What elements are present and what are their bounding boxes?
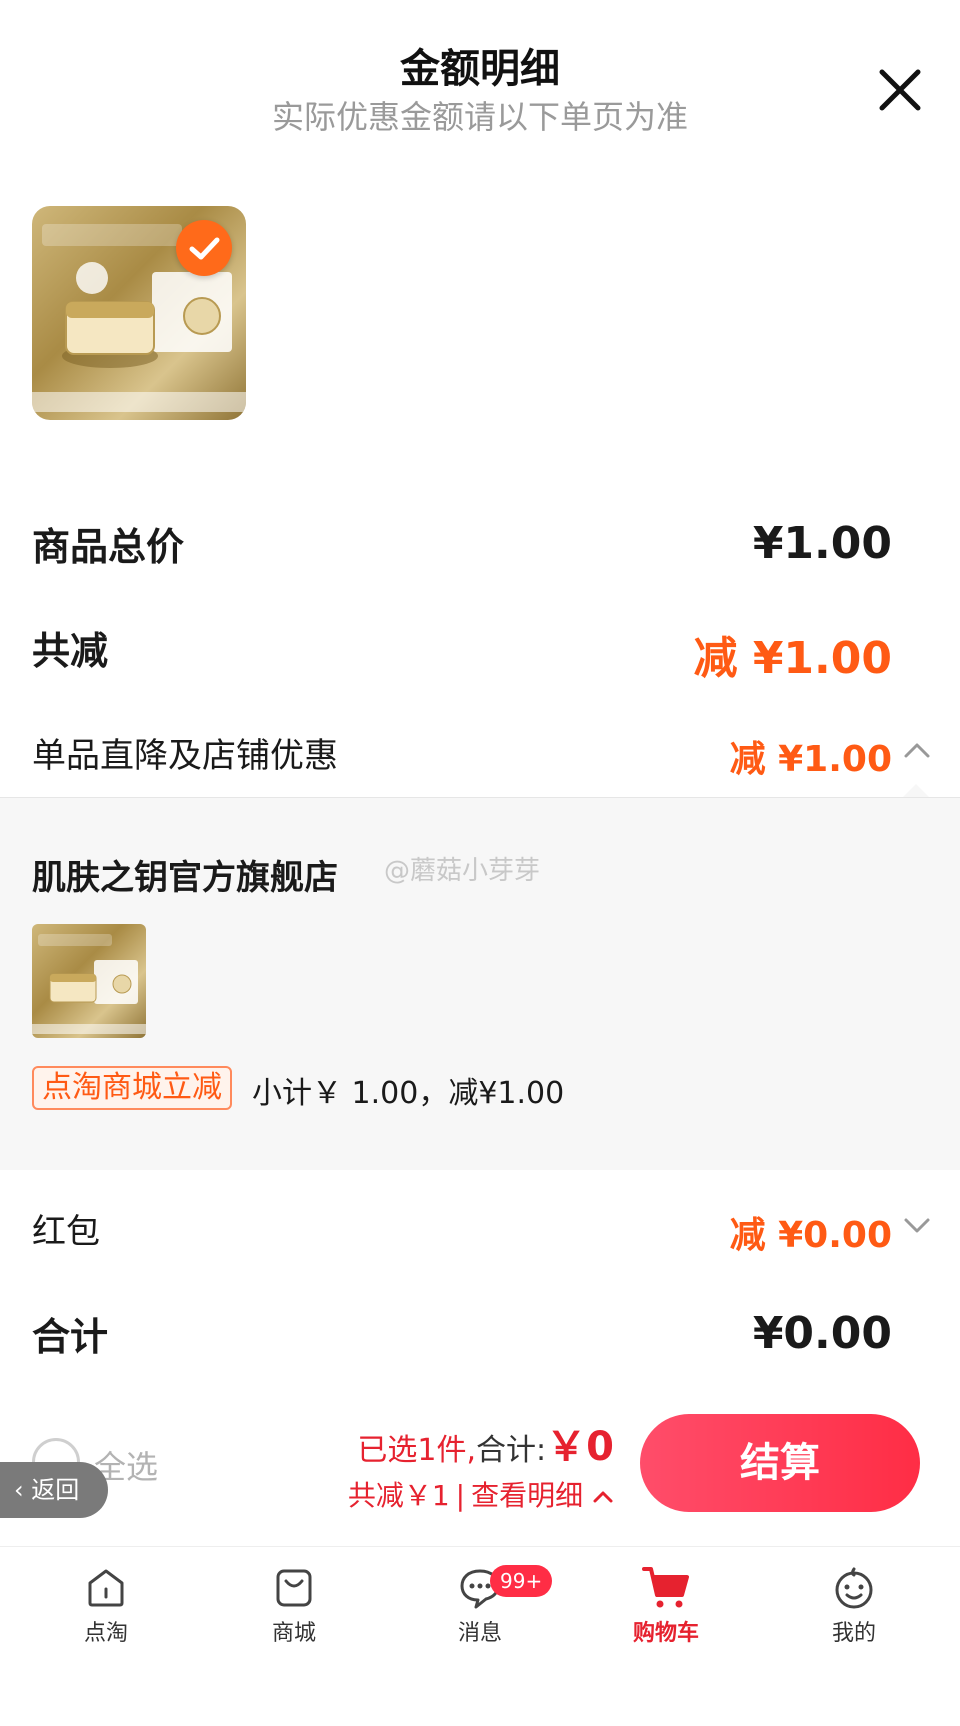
tab-messages[interactable]: 消息 99+ — [410, 1563, 553, 1647]
tab-label: 购物车 — [632, 1621, 699, 1646]
close-icon — [879, 69, 921, 111]
chevron-up-icon[interactable] — [902, 736, 932, 766]
bag-icon — [276, 1569, 312, 1607]
watermark: @蘑菇小芽芽 — [384, 856, 541, 886]
tab-mall[interactable]: 商城 — [224, 1563, 364, 1647]
view-detail-link[interactable]: 查看明细 — [471, 1479, 583, 1512]
page-title: 金额明细 — [400, 46, 560, 92]
page-subtitle: 实际优惠金额请以下单页为准 — [271, 98, 688, 136]
back-label: 返回 — [31, 1476, 80, 1504]
item-discount-value[interactable]: 减 ¥1.00 — [730, 730, 892, 782]
total-discount-label: 共减 — [32, 629, 109, 673]
home-icon — [88, 1569, 124, 1607]
checkmark-icon — [189, 237, 220, 260]
grand-total-value: ¥0.00 — [752, 1308, 892, 1359]
unread-badge: 99+ — [490, 1565, 553, 1597]
red-packet-value[interactable]: 减 ¥0.00 — [730, 1206, 892, 1258]
selected-check-badge — [176, 220, 232, 276]
selected-summary: 已选1件,合计:￥0 — [357, 1414, 614, 1472]
profile-icon — [835, 1567, 873, 1609]
chevron-down-icon[interactable] — [902, 1210, 932, 1240]
section-pointer — [902, 784, 930, 798]
tab-cart[interactable]: 购物车 — [596, 1563, 736, 1647]
promo-tag: 点淘商城立减 — [32, 1066, 232, 1110]
total-price-label: 商品总价 — [32, 525, 185, 569]
tab-label: 商城 — [271, 1621, 316, 1646]
total-price-value: ¥1.00 — [752, 518, 892, 569]
tab-diantao[interactable]: 点淘 — [36, 1563, 176, 1647]
red-packet-label: 红包 — [32, 1212, 100, 1252]
total-discount-value: 减 ¥1.00 — [693, 633, 893, 684]
checkout-button[interactable]: 结算 — [640, 1414, 920, 1512]
chevron-up-icon — [593, 1491, 613, 1503]
separator: | — [455, 1479, 466, 1512]
close-button[interactable] — [872, 62, 928, 118]
tab-label: 我的 — [831, 1621, 876, 1646]
grand-total-label: 合计 — [32, 1315, 109, 1359]
store-name: 肌肤之钥官方旗舰店 — [32, 858, 338, 898]
tab-label: 消息 — [457, 1621, 502, 1646]
tab-profile[interactable]: 我的 — [784, 1563, 924, 1647]
product-thumbnail[interactable] — [32, 206, 246, 420]
total-amount: ￥0 — [546, 1424, 614, 1470]
discount-text: 共减￥1 — [347, 1479, 450, 1512]
selected-count: 已选1件, — [357, 1433, 477, 1468]
cart-icon — [642, 1567, 689, 1608]
total-label: 合计: — [476, 1433, 547, 1468]
item-discount-label: 单品直降及店铺优惠 — [32, 736, 338, 776]
promo-subtotal-text: 小计￥ 1.00，减¥1.00 — [252, 1076, 565, 1111]
tab-bar: 点淘 商城 消息 99+ 购物车 我的 — [0, 1546, 960, 1726]
product-image — [32, 934, 146, 1034]
back-button[interactable]: ‹ 返回 — [0, 1462, 108, 1518]
tab-label: 点淘 — [83, 1621, 128, 1646]
chevron-left-icon: ‹ — [14, 1476, 32, 1504]
discount-summary[interactable]: 共减￥1 | 查看明细 — [348, 1474, 614, 1514]
store-product-thumbnail — [32, 924, 146, 1038]
header: 金额明细 实际优惠金额请以下单页为准 — [0, 0, 960, 140]
